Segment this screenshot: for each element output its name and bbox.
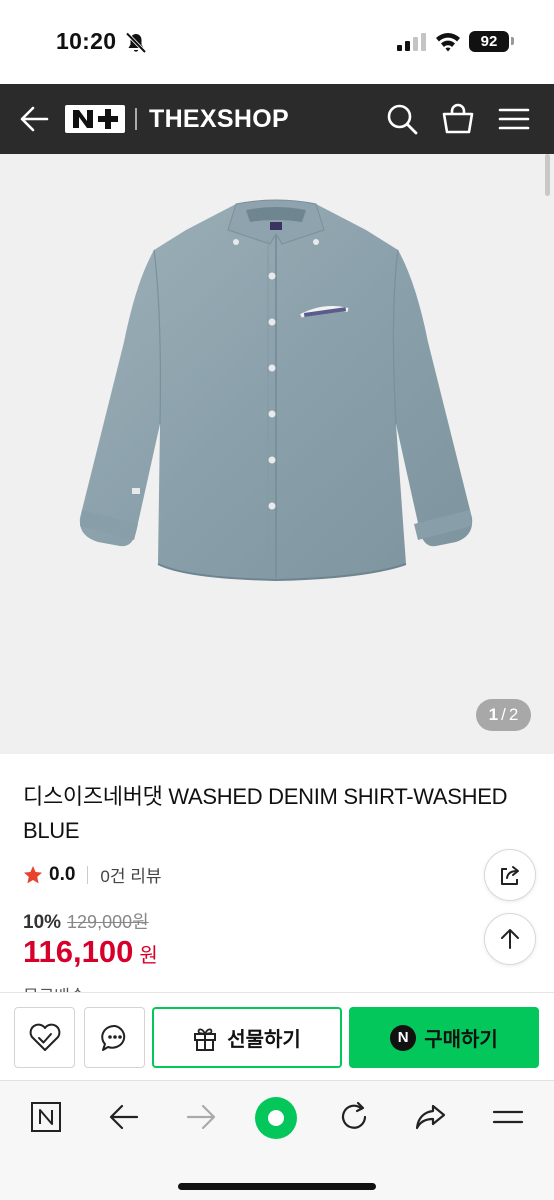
product-image-gallery[interactable]: 1 / 2	[0, 154, 554, 754]
battery-indicator: 92	[469, 31, 509, 52]
chat-bubble-icon	[100, 1024, 125, 1051]
page-current: 1	[488, 705, 499, 724]
star-icon	[24, 865, 42, 883]
product-image-denim-shirt[interactable]	[76, 192, 476, 582]
back-arrow-icon[interactable]	[18, 104, 50, 134]
scrollbar[interactable]	[545, 154, 550, 196]
browser-toolbar	[0, 1080, 554, 1200]
buy-label: 구매하기	[424, 1029, 498, 1051]
status-bar: 10:20 92	[0, 0, 554, 84]
bell-off-icon	[125, 32, 147, 54]
share-arrow-icon	[415, 1104, 446, 1130]
rating-divider	[87, 865, 89, 884]
green-dot-icon	[255, 1097, 297, 1139]
gift-icon	[194, 1027, 217, 1051]
logo-plus-glyph	[98, 109, 118, 129]
hamburger-menu-icon[interactable]	[497, 102, 531, 136]
naver-home-button[interactable]	[28, 1099, 64, 1135]
arrow-up-icon	[501, 929, 519, 949]
sale-price-unit: 원	[139, 945, 158, 967]
scroll-to-top-button[interactable]	[484, 913, 536, 965]
menu-lines-icon	[492, 1110, 524, 1124]
rating-value: 0.0	[49, 863, 76, 885]
navigation-header: THEXSHOP	[0, 84, 554, 154]
heart-check-icon	[29, 1023, 60, 1051]
product-title: 디스이즈네버댓 WASHED DENIM SHIRT-WASHED BLUE	[23, 784, 508, 843]
logo-n-glyph	[73, 110, 93, 128]
image-page-counter: 1 / 2	[476, 699, 531, 731]
naver-n-icon	[31, 1102, 61, 1132]
sale-price: 116,100	[23, 934, 134, 969]
browser-back-button[interactable]	[106, 1099, 142, 1135]
status-time: 10:20	[56, 28, 117, 54]
discount-rate: 10%	[23, 912, 62, 933]
search-icon[interactable]	[385, 102, 419, 136]
home-indicator[interactable]	[178, 1183, 376, 1190]
rating-row[interactable]: 0.0 0건 리뷰	[23, 862, 162, 887]
arrow-right-icon	[186, 1104, 216, 1130]
browser-forward-button[interactable]	[183, 1099, 219, 1135]
product-info: 디스이즈네버댓 WASHED DENIM SHIRT-WASHED BLUE 0…	[0, 754, 554, 994]
naver-plus-logo[interactable]	[65, 105, 125, 133]
wifi-icon	[436, 33, 460, 52]
refresh-button[interactable]	[336, 1099, 372, 1135]
sale-price-row: 116,100 원	[23, 934, 158, 970]
purchase-action-bar: 선물하기 N 구매하기	[0, 992, 554, 1080]
arrow-left-icon	[109, 1104, 139, 1130]
wishlist-button[interactable]	[14, 1007, 75, 1068]
share-icon	[501, 866, 519, 885]
refresh-icon	[341, 1101, 367, 1129]
page-total: 2	[508, 705, 519, 724]
share-button[interactable]	[484, 849, 536, 901]
original-price: 129,000원	[67, 912, 149, 932]
gift-button[interactable]: 선물하기	[152, 1007, 342, 1068]
discount-row: 10% 129,000원	[23, 908, 149, 934]
signal-icon	[397, 33, 426, 51]
share-page-button[interactable]	[413, 1099, 449, 1135]
gift-label: 선물하기	[227, 1029, 301, 1051]
naver-pay-badge: N	[390, 1024, 417, 1051]
battery-tip	[511, 37, 514, 45]
browser-menu-button[interactable]	[490, 1099, 526, 1135]
store-name[interactable]: THEXSHOP	[149, 105, 289, 134]
shopping-bag-icon[interactable]	[441, 102, 475, 136]
buy-button[interactable]: N 구매하기	[349, 1007, 539, 1068]
review-count[interactable]: 0건 리뷰	[100, 862, 161, 887]
brand-divider	[135, 108, 137, 130]
green-dot-button[interactable]	[253, 1095, 299, 1141]
page-separator: /	[501, 705, 506, 724]
talk-talk-button[interactable]	[84, 1007, 145, 1068]
